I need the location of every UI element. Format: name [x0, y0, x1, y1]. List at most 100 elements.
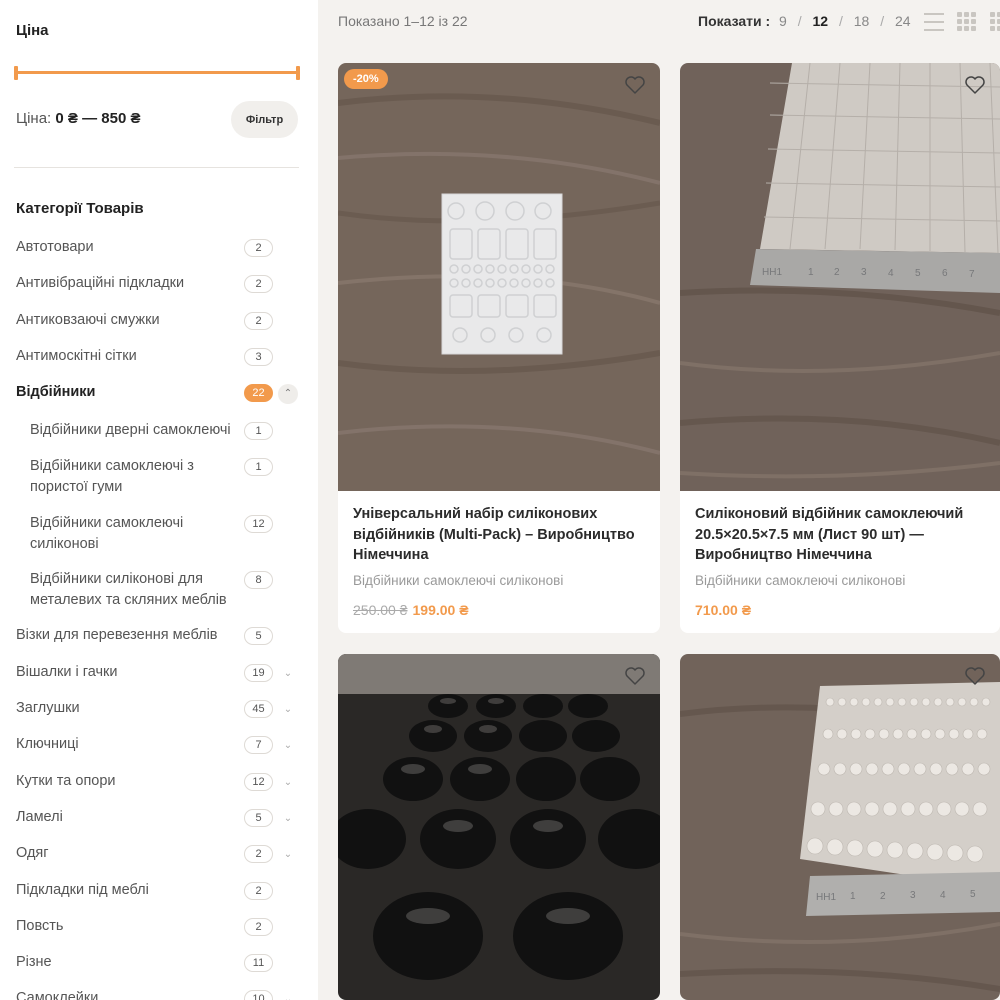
category-item-antyvibratsiini[interactable]: Антивібраційні підкладки 2: [0, 265, 318, 301]
ruler-label: 6: [942, 268, 948, 279]
product-sale-price: 199.00 ₴: [412, 602, 469, 618]
heart-outline-icon[interactable]: [963, 664, 987, 688]
category-label: Візки для перевезення меблів: [16, 627, 218, 644]
category-count: 2: [244, 917, 273, 936]
subcategory-count: 1: [244, 458, 273, 477]
per-page-option-18[interactable]: 18: [854, 13, 870, 29]
product-card[interactable]: HH1 1 2 3 4 5 6 7 Силіконовий відбійник …: [680, 63, 1000, 633]
chevron-down-icon[interactable]: ⌄: [278, 809, 298, 829]
per-page-option-24[interactable]: 24: [895, 13, 911, 29]
category-count: 11: [244, 954, 273, 973]
subcategory-item-porysta-guma[interactable]: Відбійники самоклеючі з пористої гуми 1: [0, 446, 318, 503]
product-price: 710.00 ₴: [695, 602, 752, 618]
ruler-label: 1: [850, 891, 856, 902]
ruler-label: 7: [969, 269, 975, 280]
category-item-pidkladky[interactable]: Підкладки під меблі 2: [0, 872, 318, 908]
category-count: 22: [244, 384, 273, 403]
subcategory-label: Відбійники силіконові для металевих та с…: [30, 571, 227, 609]
category-count: 2: [244, 881, 273, 900]
chevron-down-icon[interactable]: ⌄: [278, 664, 298, 684]
product-photo-dot-bumpers: HH1 1 2 3 4 5: [680, 654, 1000, 1000]
category-item-antykovzaiuchi[interactable]: Антиковзаючі смужки 2: [0, 302, 318, 338]
category-item-vishalky[interactable]: Вішалки і гачки 19 ⌄: [0, 654, 318, 690]
category-label: Різне: [16, 954, 52, 971]
product-title[interactable]: Універсальний набір силіконових відбійни…: [353, 504, 653, 566]
chevron-down-icon[interactable]: ⌄: [278, 700, 298, 720]
category-label: Підкладки під меблі: [16, 881, 149, 898]
subcategory-item-dverni[interactable]: Відбійники дверні самоклеючі 1: [0, 410, 318, 446]
category-item-vizky[interactable]: Візки для перевезення меблів 5: [0, 617, 318, 653]
ruler-label: 3: [910, 890, 916, 901]
category-label: Вішалки і гачки: [16, 663, 118, 680]
product-image[interactable]: [338, 654, 660, 1000]
heart-outline-icon[interactable]: [623, 73, 647, 97]
category-item-kutky[interactable]: Кутки та опори 12 ⌄: [0, 763, 318, 799]
product-category[interactable]: Відбійники самоклеючі силіконові: [353, 573, 563, 588]
heart-outline-icon[interactable]: [963, 73, 987, 97]
grid-view-icon[interactable]: [957, 12, 977, 32]
filter-button[interactable]: Фільтр: [231, 101, 298, 138]
category-label: Самоклейки: [16, 990, 99, 1000]
category-item-vidbiinyky[interactable]: Відбійники 22 ⌃: [0, 374, 318, 410]
price-slider-min-handle[interactable]: [14, 66, 18, 80]
subcategory-item-sylikonovi[interactable]: Відбійники самоклеючі силіконові 12: [0, 503, 318, 559]
category-item-rizne[interactable]: Різне 11: [0, 944, 318, 980]
product-image[interactable]: [338, 63, 660, 491]
ruler-label: 4: [888, 268, 894, 279]
product-card[interactable]: HH1 1 2 3 4 5: [680, 654, 1000, 1000]
category-item-samokleiky[interactable]: Самоклейки 10 ⌄: [0, 980, 318, 1000]
subcategory-item-metalevi-skliani[interactable]: Відбійники силіконові для металевих та с…: [0, 559, 318, 617]
list-view-icon[interactable]: [924, 12, 944, 32]
category-count: 5: [244, 627, 273, 646]
ruler-label: 5: [915, 268, 921, 279]
category-count: 45: [244, 700, 273, 719]
chevron-down-icon[interactable]: ⌄: [278, 736, 298, 756]
category-item-lameli[interactable]: Ламелі 5 ⌄: [0, 799, 318, 835]
heart-outline-icon[interactable]: [623, 664, 647, 688]
category-label: Повсть: [16, 917, 64, 934]
sale-badge: -20%: [344, 69, 388, 89]
category-label: Кутки та опори: [16, 772, 116, 789]
ruler-label: 2: [880, 891, 886, 902]
subcategory-label: Відбійники дверні самоклеючі: [30, 422, 231, 439]
per-page-option-12[interactable]: 12: [813, 13, 829, 29]
per-page-option-9[interactable]: 9: [779, 13, 787, 29]
product-card[interactable]: -20% Універсальний набір силіконових від…: [338, 63, 660, 633]
category-count: 7: [244, 736, 273, 755]
category-label: Антиковзаючі смужки: [16, 311, 160, 328]
ruler-label: 4: [940, 890, 946, 901]
product-photo-bumper-sheet: HH1 1 2 3 4 5 6 7: [680, 63, 1000, 491]
category-item-zahlushky[interactable]: Заглушки 45 ⌄: [0, 690, 318, 726]
price-range-min: 0 ₴: [55, 110, 78, 127]
price-range-label: Ціна:: [16, 110, 52, 127]
chevron-down-icon[interactable]: ⌄: [278, 773, 298, 793]
category-item-povst[interactable]: Повсть 2: [0, 908, 318, 944]
sidebar-divider: [14, 167, 299, 168]
chevron-up-icon[interactable]: ⌃: [278, 384, 298, 405]
category-item-antymoskitni[interactable]: Антимоскітні сітки 3: [0, 338, 318, 374]
product-category[interactable]: Відбійники самоклеючі силіконові: [695, 573, 905, 588]
chevron-down-icon[interactable]: ⌄: [278, 990, 298, 1000]
product-card[interactable]: [338, 654, 660, 1000]
subcategory-count: 12: [244, 515, 273, 534]
per-page-separator: /: [880, 13, 885, 29]
category-label: Ламелі: [16, 808, 63, 825]
price-slider-max-handle[interactable]: [296, 66, 300, 80]
price-slider[interactable]: [14, 66, 300, 80]
chevron-down-icon[interactable]: ⌄: [278, 845, 298, 865]
product-image[interactable]: HH1 1 2 3 4 5: [680, 654, 1000, 1000]
category-item-odiah[interactable]: Одяг 2 ⌄: [0, 835, 318, 871]
category-label: Ключниці: [16, 736, 79, 753]
categories-title: Категорії Товарів: [16, 200, 144, 217]
category-item-kliuchnytsi[interactable]: Ключниці 7 ⌄: [0, 726, 318, 762]
price-slider-track[interactable]: [14, 71, 300, 74]
category-count: 10: [244, 990, 273, 1000]
category-item-avtotovary[interactable]: Автотовари 2: [0, 229, 318, 265]
product-photo-black-bumpers: [338, 654, 660, 1000]
grid-large-view-icon[interactable]: [990, 12, 1000, 32]
category-count: 12: [244, 772, 273, 791]
per-page-separator: /: [838, 13, 843, 29]
category-label: Заглушки: [16, 700, 80, 717]
product-title[interactable]: Силіконовий відбійник самоклеючий 20.5×2…: [695, 504, 995, 566]
product-image[interactable]: HH1 1 2 3 4 5 6 7: [680, 63, 1000, 491]
